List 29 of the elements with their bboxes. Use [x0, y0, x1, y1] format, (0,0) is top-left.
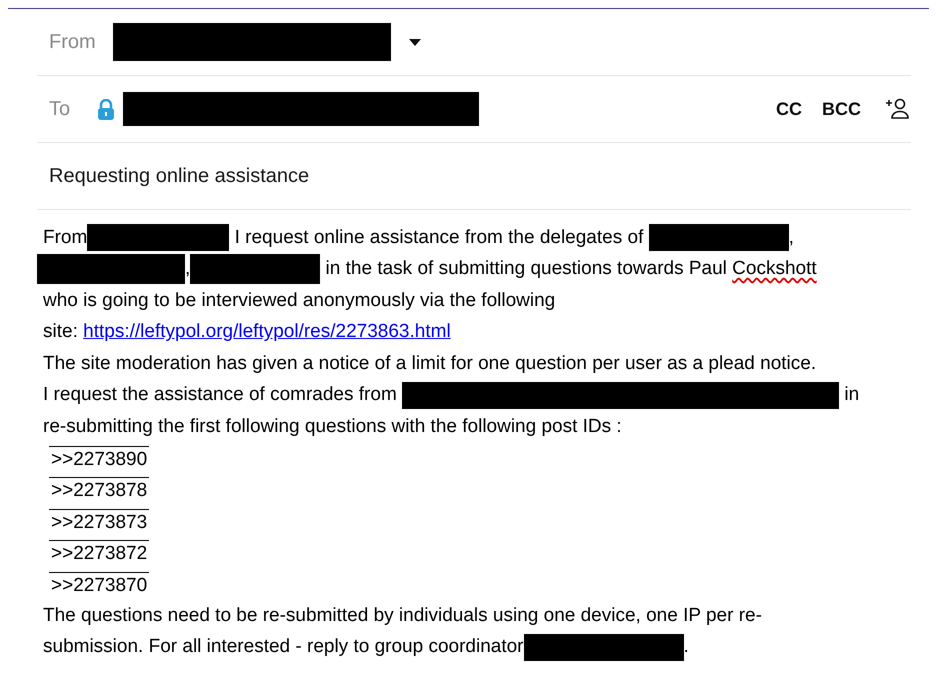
lock-icon — [97, 98, 115, 120]
body-text: , — [185, 258, 190, 280]
to-label: To — [49, 98, 72, 120]
body-text: I request the assistance of comrades from — [43, 384, 398, 406]
body-text: in the task of submitting questions towards Paul — [324, 258, 728, 280]
subject-field[interactable]: Requesting online assistance — [49, 164, 310, 188]
thread-link[interactable]: https://leftypol.org/leftypol/res/2273863.html — [83, 321, 451, 344]
post-id: >>2273873 — [49, 508, 150, 534]
body-text: . — [684, 636, 689, 658]
body-text: The questions need to be re-submitted by individuals using one device, one IP per re- — [43, 604, 762, 627]
body-text: I request online assistance from the delegates of — [234, 226, 644, 249]
post-id: >>2273870 — [49, 572, 150, 597]
body-text: re-submitting the first following questions with the following post IDs : — [43, 416, 622, 438]
body-text: From — [43, 226, 88, 249]
from-label: From — [49, 30, 97, 54]
body-text: , — [788, 226, 794, 249]
body-text: site: — [43, 321, 79, 344]
post-id: >>2273878 — [49, 477, 150, 502]
post-id: >>2273872 — [49, 540, 150, 566]
caret-icon[interactable] — [409, 38, 421, 46]
recipient-toggle-button[interactable]: CC — [770, 98, 808, 120]
add-contact-icon[interactable] — [885, 98, 911, 120]
misspelled-word: Cockshott — [732, 258, 817, 280]
body-text: submission. For all interested - reply to group coordinator — [43, 636, 524, 658]
recipient-toggle-button[interactable]: BCC — [816, 98, 867, 120]
body-text: The site moderation has given a notice of a limit for one question per user as a plead notice. — [43, 352, 816, 375]
post-id: >>2273890 — [49, 446, 150, 471]
body-text: in — [843, 384, 860, 406]
body-text: who is going to be interviewed anonymously via the following — [43, 290, 556, 312]
